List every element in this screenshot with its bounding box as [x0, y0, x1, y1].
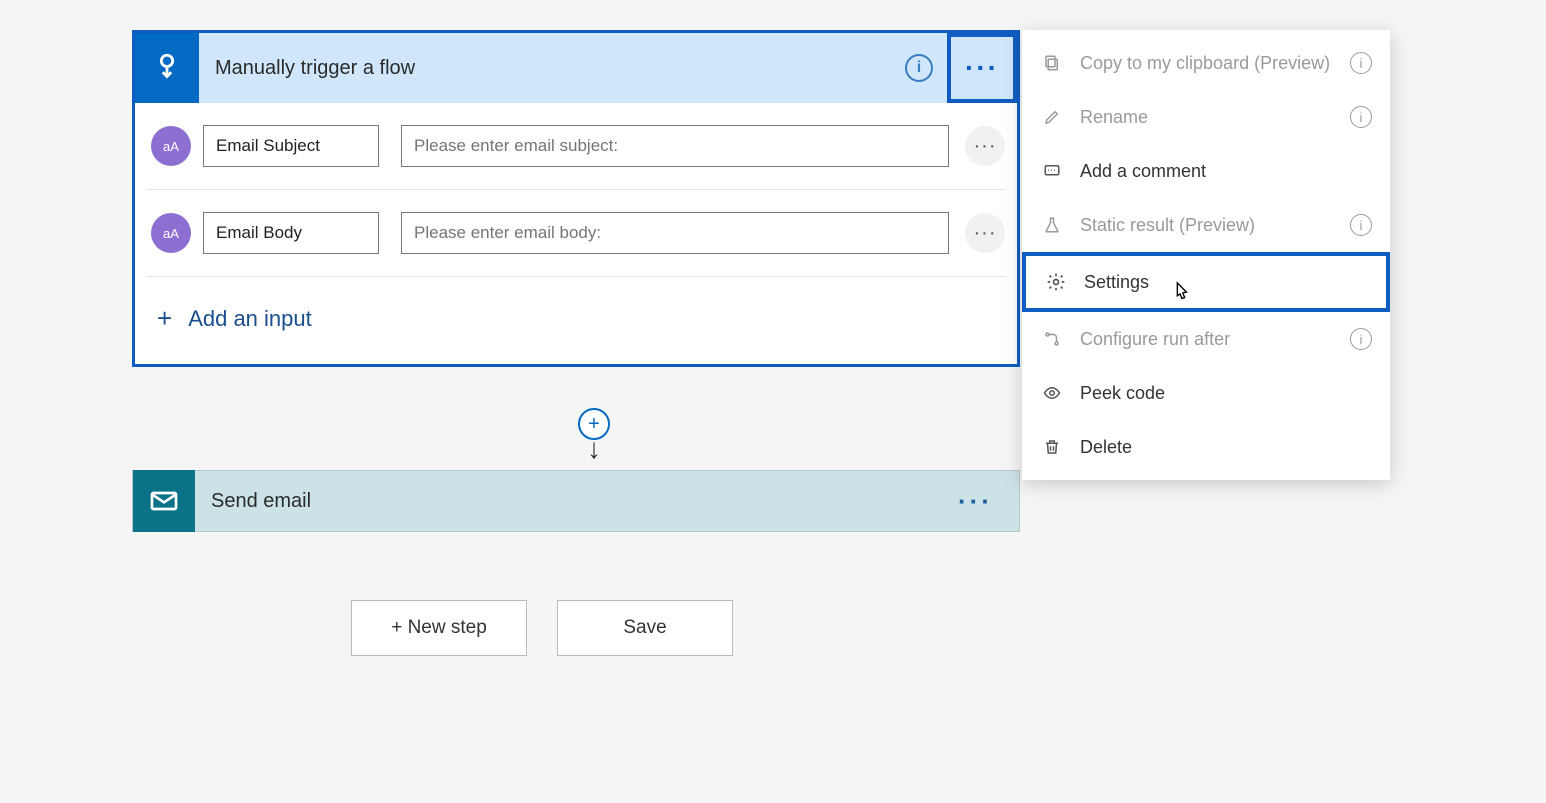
menu-add-comment[interactable]: Add a comment: [1022, 144, 1390, 198]
flask-icon: [1040, 213, 1064, 237]
input-value-field[interactable]: [401, 125, 949, 167]
add-input-label: Add an input: [188, 306, 312, 332]
context-menu: Copy to my clipboard (Preview) i Rename …: [1022, 30, 1390, 480]
trigger-more-button[interactable]: ···: [947, 33, 1017, 103]
input-row: aA ···: [147, 190, 1005, 277]
save-button[interactable]: Save: [557, 600, 733, 656]
connector: + ↓: [574, 408, 614, 460]
info-icon[interactable]: i: [1350, 106, 1372, 128]
trigger-body: aA ··· aA ··· + Add an input: [135, 103, 1017, 364]
action-more-button[interactable]: ···: [958, 486, 1019, 517]
email-icon: [133, 470, 195, 532]
add-input-button[interactable]: + Add an input: [147, 277, 1005, 364]
menu-rename[interactable]: Rename i: [1022, 90, 1390, 144]
text-type-badge: aA: [151, 126, 191, 166]
trigger-header[interactable]: Manually trigger a flow i ···: [135, 33, 1017, 103]
copy-icon: [1040, 51, 1064, 75]
action-title: Send email: [195, 490, 958, 513]
manual-trigger-icon: [135, 33, 199, 103]
input-row-more-button[interactable]: ···: [965, 126, 1005, 166]
menu-configure-run-after[interactable]: Configure run after i: [1022, 312, 1390, 366]
menu-settings[interactable]: Settings: [1022, 252, 1390, 312]
comment-icon: [1040, 159, 1064, 183]
menu-peek-code[interactable]: Peek code: [1022, 366, 1390, 420]
info-icon[interactable]: i: [1350, 214, 1372, 236]
branch-icon: [1040, 327, 1064, 351]
arrow-down-icon: ↓: [587, 438, 601, 460]
eye-icon: [1040, 381, 1064, 405]
trigger-title: Manually trigger a flow: [199, 57, 905, 80]
input-name-field[interactable]: [203, 212, 379, 254]
pencil-icon: [1040, 105, 1064, 129]
action-card[interactable]: Send email ···: [132, 470, 1020, 532]
menu-static-result[interactable]: Static result (Preview) i: [1022, 198, 1390, 252]
trigger-card: Manually trigger a flow i ··· aA ··· aA …: [132, 30, 1020, 367]
text-type-badge: aA: [151, 213, 191, 253]
info-icon[interactable]: i: [1350, 52, 1372, 74]
menu-copy-clipboard[interactable]: Copy to my clipboard (Preview) i: [1022, 36, 1390, 90]
input-row: aA ···: [147, 103, 1005, 190]
plus-icon: +: [157, 303, 172, 334]
gear-icon: [1044, 270, 1068, 294]
menu-delete[interactable]: Delete: [1022, 420, 1390, 474]
input-name-field[interactable]: [203, 125, 379, 167]
info-icon[interactable]: i: [905, 54, 933, 82]
input-row-more-button[interactable]: ···: [965, 213, 1005, 253]
new-step-button[interactable]: + New step: [351, 600, 527, 656]
trash-icon: [1040, 435, 1064, 459]
info-icon[interactable]: i: [1350, 328, 1372, 350]
input-value-field[interactable]: [401, 212, 949, 254]
footer-buttons: + New step Save: [351, 600, 733, 656]
